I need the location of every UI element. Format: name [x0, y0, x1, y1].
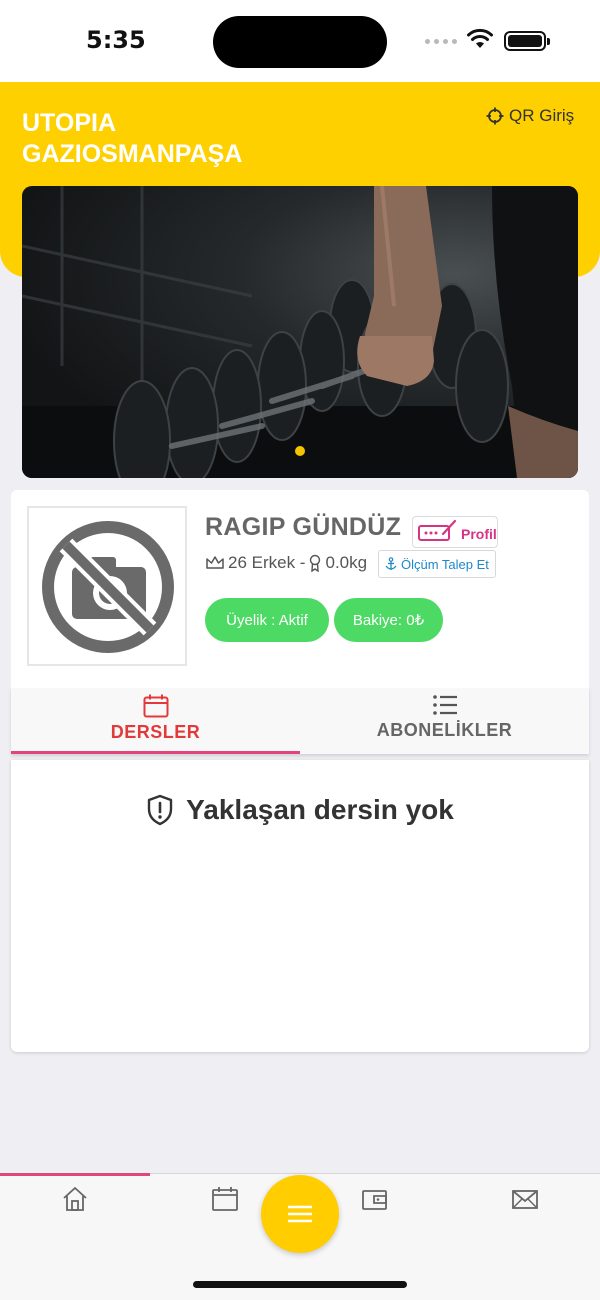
gym-name-line1: UTOPIA [22, 109, 116, 137]
mail-icon[interactable] [510, 1184, 540, 1214]
active-nav-indicator [0, 1173, 150, 1176]
calendar-icon [143, 694, 168, 718]
active-tab-indicator [11, 751, 300, 754]
calendar-icon[interactable] [210, 1184, 240, 1214]
dynamic-island [213, 16, 387, 68]
weight-value: 0.0kg [325, 553, 368, 572]
age-gender: 26 Erkek - [228, 553, 306, 572]
membership-status-badge[interactable]: Üyelik : Aktif [205, 598, 329, 642]
anchor-icon [385, 557, 397, 570]
tab-lessons[interactable]: DERSLER [11, 688, 300, 754]
wallet-icon[interactable] [360, 1184, 390, 1214]
home-icon[interactable] [60, 1184, 90, 1214]
crosshair-icon [486, 107, 504, 125]
tab-lessons-label: DERSLER [110, 722, 201, 742]
measurement-request-label: Ölçüm Talep Et [401, 556, 489, 572]
edit-profile-icon [418, 519, 457, 541]
menu-icon [288, 1205, 312, 1223]
balance-badge[interactable]: Bakiye: 0₺ [334, 598, 443, 642]
list-icon [432, 695, 457, 715]
content-tabs: DERSLER ABONELİKLER [11, 688, 589, 754]
tab-subscriptions[interactable]: ABONELİKLER [300, 688, 589, 754]
shield-alert-icon [147, 794, 173, 826]
battery-icon [504, 31, 550, 51]
avatar[interactable] [27, 506, 187, 666]
weight-medal-icon [310, 554, 321, 572]
carousel-dot-active[interactable] [295, 446, 305, 456]
menu-fab-button[interactable] [261, 1175, 339, 1253]
wifi-icon [467, 28, 493, 48]
status-bar: 5:35 [0, 0, 600, 82]
crown-icon [206, 556, 224, 569]
empty-state: Yaklaşan dersin yok [11, 794, 589, 826]
no-photo-icon [42, 521, 174, 653]
qr-login-label: QR Giriş [509, 106, 575, 125]
gym-name-line2: GAZIOSMANPAŞA [22, 140, 243, 168]
empty-state-message: Yaklaşan dersin yok [186, 794, 454, 825]
measurement-request-button[interactable]: Ölçüm Talep Et [378, 550, 496, 578]
home-indicator[interactable] [193, 1281, 407, 1288]
member-name: RAGIP GÜNDÜZ [205, 513, 402, 541]
carousel-indicator [22, 446, 578, 456]
profile-edit-button[interactable]: Profil [412, 516, 498, 548]
member-profile-card: RAGIP GÜNDÜZ Profil 26 Erkek - 0.0kg Ölç… [11, 490, 589, 690]
banner-carousel[interactable] [22, 186, 578, 478]
qr-login-button[interactable]: QR Giriş [486, 106, 574, 126]
cellular-signal-icon [425, 39, 457, 44]
member-stats: 26 Erkek - 0.0kg [205, 553, 367, 573]
gym-name: UTOPIA GAZIOSMANPAŞA [22, 108, 322, 170]
tab-subscriptions-label: ABONELİKLER [376, 720, 513, 740]
banner-image [22, 186, 578, 478]
profile-label: Profil [461, 526, 497, 542]
lessons-panel: Yaklaşan dersin yok [11, 760, 589, 1052]
status-time: 5:35 [86, 26, 146, 54]
